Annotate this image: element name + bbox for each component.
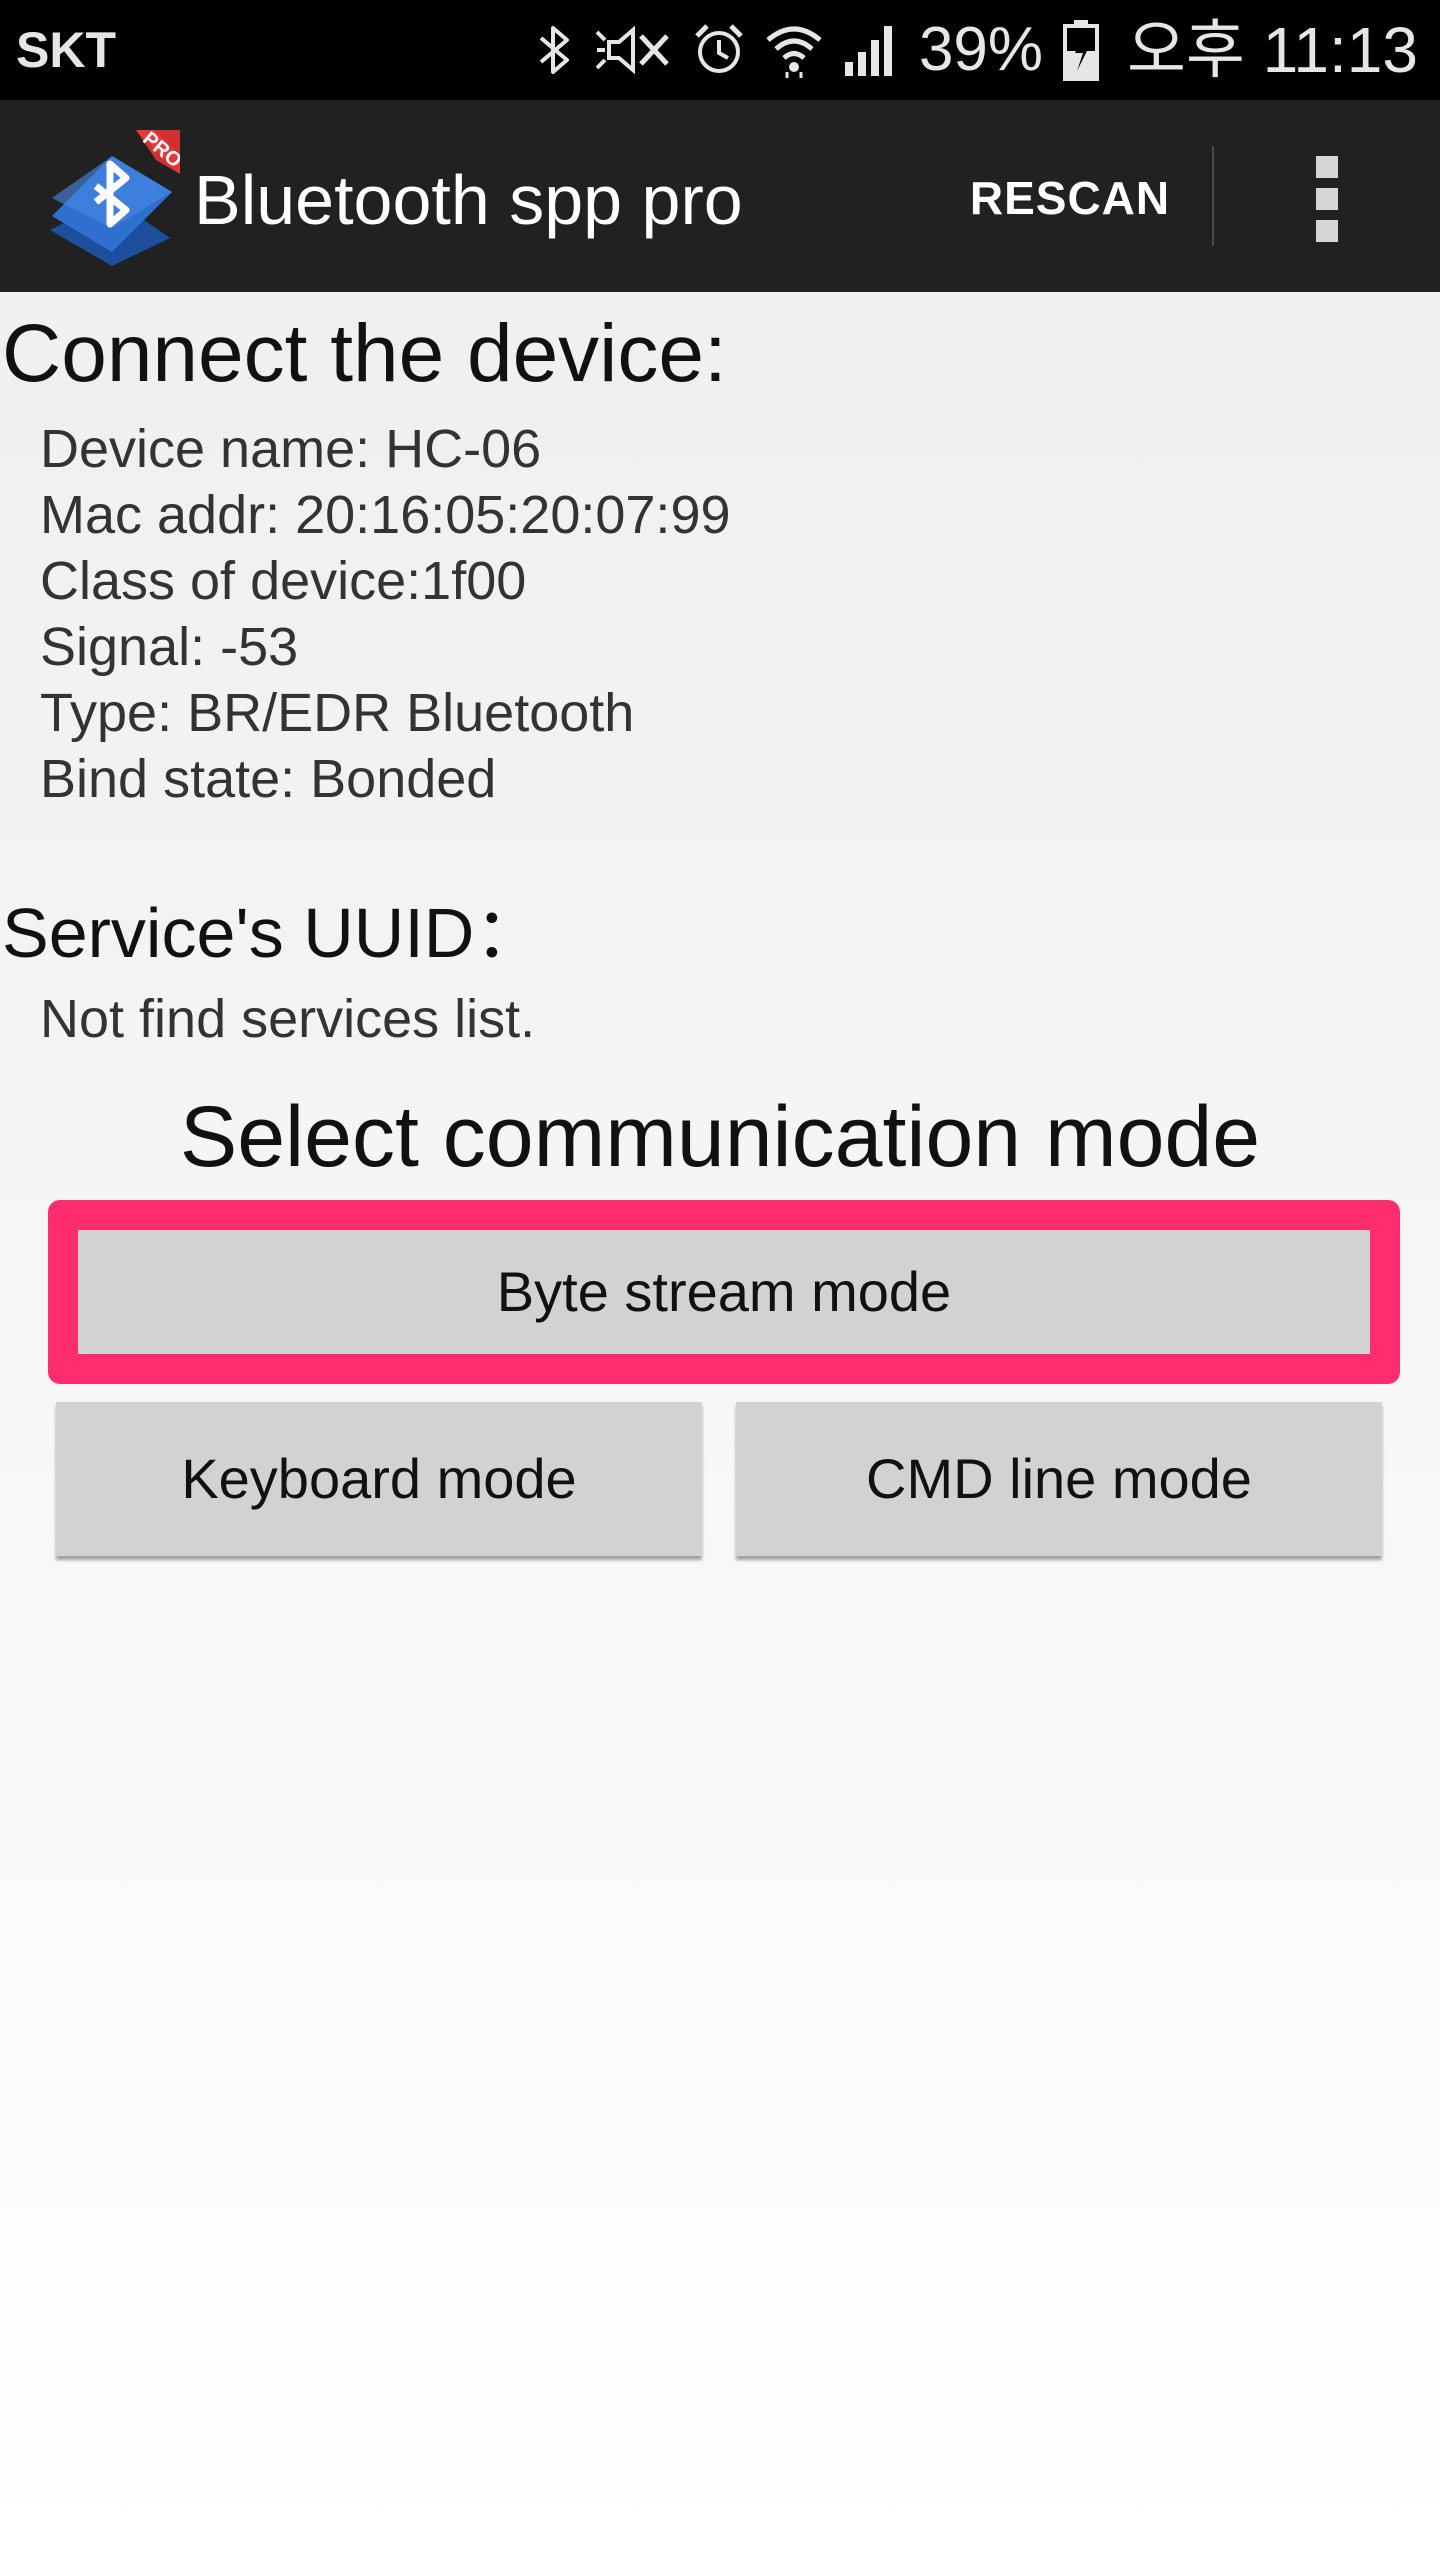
- bluetooth-icon: [535, 22, 575, 78]
- action-bar-divider: [1212, 146, 1214, 246]
- status-bar: SKT 39% 오후 11:13: [0, 0, 1440, 100]
- service-list-status: Not find services list.: [40, 989, 536, 1049]
- rescan-button[interactable]: RESCAN: [960, 156, 1180, 240]
- battery-charging-icon: [1063, 19, 1100, 81]
- signal-icon: [843, 22, 899, 78]
- app-title: Bluetooth spp pro: [194, 161, 743, 239]
- wifi-icon: [765, 22, 823, 78]
- overflow-menu-button[interactable]: [1290, 152, 1362, 244]
- byte-stream-mode-button[interactable]: Byte stream mode: [78, 1230, 1370, 1354]
- bind-state: Bind state: Bonded: [40, 749, 497, 809]
- connect-device-heading: Connect the device:: [2, 308, 727, 399]
- device-info-list: Device name: HC-06 Mac addr: 20:16:05:20…: [40, 416, 731, 812]
- app-logo: PRO: [44, 128, 186, 266]
- signal-strength: Signal: -53: [40, 617, 299, 677]
- cmd-line-mode-button[interactable]: CMD line mode: [736, 1402, 1382, 1556]
- carrier-label: SKT: [16, 22, 116, 78]
- mute-icon: [595, 22, 673, 78]
- clock: 오후 11:13: [1127, 14, 1418, 86]
- mac-address: Mac addr: 20:16:05:20:07:99: [40, 485, 731, 545]
- battery-percent: 39%: [918, 15, 1044, 84]
- status-icons: 39% 오후 11:13: [535, 14, 1418, 86]
- device-name: Device name: HC-06: [40, 419, 542, 479]
- service-uuid-heading: Service's UUID：: [2, 894, 545, 972]
- communication-mode-heading: Select communication mode: [179, 1089, 1261, 1185]
- alarm-icon: [693, 22, 745, 78]
- device-type: Type: BR/EDR Bluetooth: [40, 683, 635, 743]
- device-class: Class of device:1f00: [40, 551, 527, 611]
- action-bar: PRO Bluetooth spp pro RESCAN: [0, 100, 1440, 292]
- keyboard-mode-button[interactable]: Keyboard mode: [56, 1402, 702, 1556]
